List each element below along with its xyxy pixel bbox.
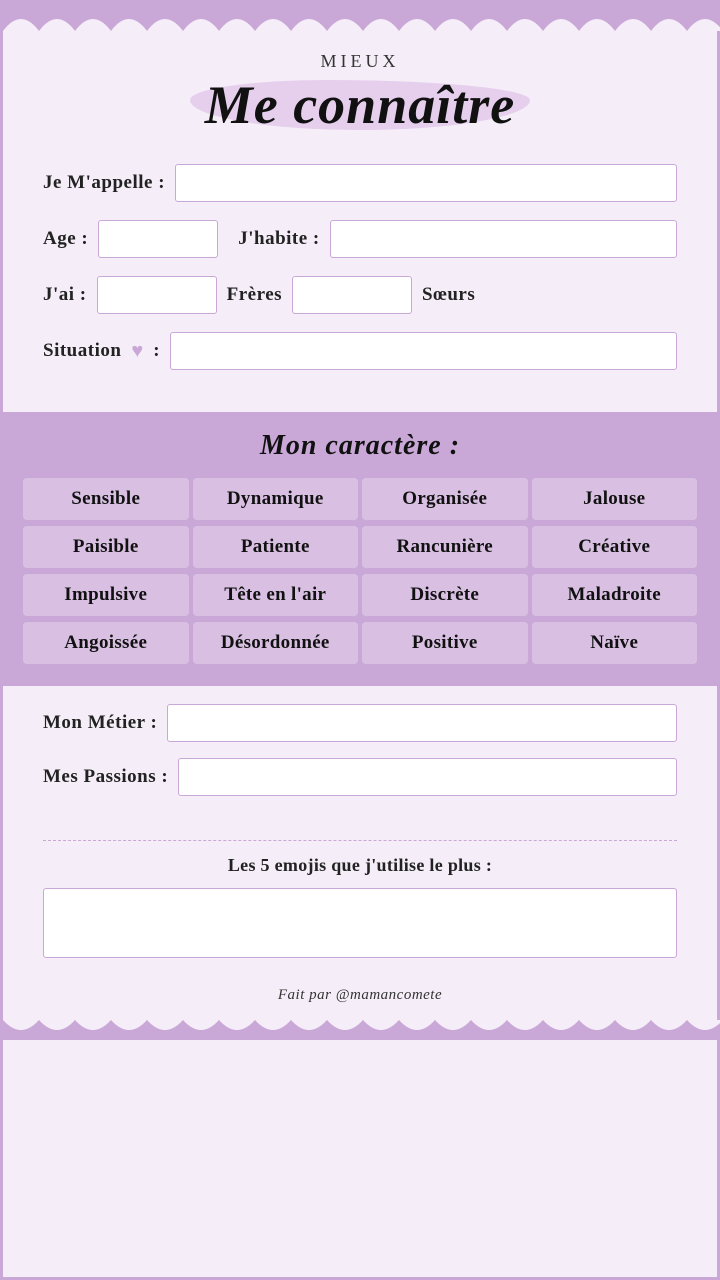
personality-item-0[interactable]: Sensible (23, 478, 189, 520)
habite-input[interactable] (330, 220, 677, 258)
jai-label: J'ai : (43, 284, 87, 306)
situation-row: Situation ♥ : (43, 332, 677, 370)
age-input[interactable] (98, 220, 218, 258)
soeurs-input[interactable] (292, 276, 412, 314)
footer: Fait par @mamancomete (3, 978, 717, 1020)
personality-item-6[interactable]: Rancunière (362, 526, 528, 568)
name-row: Je m'appelle : (43, 164, 677, 202)
divider (43, 840, 677, 841)
footer-text: Fait par @mamancomete (278, 987, 442, 1003)
name-label: Je m'appelle : (43, 172, 165, 194)
metier-row: Mon métier : (43, 704, 677, 742)
passions-label: Mes passions : (43, 766, 168, 788)
personality-item-1[interactable]: Dynamique (193, 478, 359, 520)
page: mieux Me connaître Je m'appelle : Age : … (0, 0, 720, 1280)
freres-label: Frères (227, 284, 282, 306)
personality-item-2[interactable]: Organisée (362, 478, 528, 520)
header: mieux Me connaître (3, 31, 717, 146)
personality-item-8[interactable]: Impulsive (23, 574, 189, 616)
emoji-box[interactable] (43, 888, 677, 958)
age-habite-row: Age : J'habite : (43, 220, 677, 258)
personality-item-13[interactable]: Désordonnée (193, 622, 359, 664)
personality-item-11[interactable]: Maladroite (532, 574, 698, 616)
personality-item-4[interactable]: Paisible (23, 526, 189, 568)
situation-colon: : (153, 340, 160, 362)
age-label: Age : (43, 228, 88, 250)
title-wrapper: Me connaître (205, 74, 516, 136)
personality-item-15[interactable]: Naïve (532, 622, 698, 664)
metier-label: Mon métier : (43, 712, 157, 734)
personality-item-14[interactable]: Positive (362, 622, 528, 664)
heart-icon: ♥ (131, 340, 143, 363)
habite-label: J'habite : (238, 228, 320, 250)
personality-grid: SensibleDynamiqueOrganiséeJalouse Paisibl… (23, 478, 697, 664)
name-input[interactable] (175, 164, 677, 202)
personality-item-12[interactable]: Angoissée (23, 622, 189, 664)
emoji-label: Les 5 emojis que j'utilise le plus : (43, 855, 677, 876)
metier-input[interactable] (167, 704, 677, 742)
emoji-section: Les 5 emojis que j'utilise le plus : (3, 830, 717, 978)
passions-input[interactable] (178, 758, 677, 796)
freres-soeurs-row: J'ai : Frères Sœurs (43, 276, 677, 314)
personality-item-7[interactable]: Créative (532, 526, 698, 568)
personality-item-9[interactable]: Tête en l'air (193, 574, 359, 616)
personality-title: Mon caractère : (23, 430, 697, 462)
scallop-border-bottom (3, 1020, 720, 1040)
subtitle: mieux (43, 51, 677, 72)
personality-item-10[interactable]: Discrète (362, 574, 528, 616)
form-section: Je m'appelle : Age : J'habite : J'ai : F… (3, 146, 717, 406)
personality-section: Mon caractère : SensibleDynamiqueOrganis… (3, 412, 717, 686)
situation-input[interactable] (170, 332, 677, 370)
main-title: Me connaître (205, 74, 516, 136)
soeurs-label: Sœurs (422, 284, 475, 306)
scallop-border-top (3, 3, 720, 31)
freres-input[interactable] (97, 276, 217, 314)
personality-item-3[interactable]: Jalouse (532, 478, 698, 520)
passions-row: Mes passions : (43, 758, 677, 796)
situation-label: Situation (43, 340, 121, 362)
lower-section: Mon métier : Mes passions : (3, 686, 717, 830)
personality-item-5[interactable]: Patiente (193, 526, 359, 568)
